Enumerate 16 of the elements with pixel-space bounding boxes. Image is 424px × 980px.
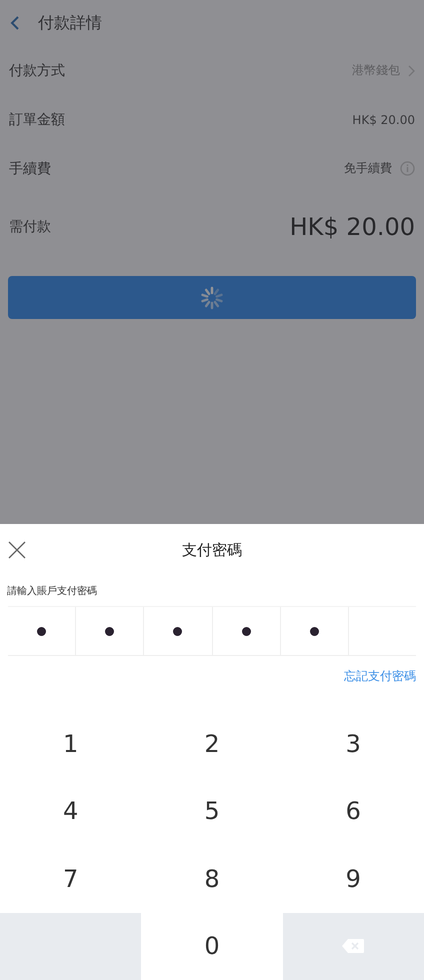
- row-value: HK$ 20.00: [352, 112, 415, 126]
- pay-button[interactable]: [8, 276, 416, 319]
- prompt-text: 請輸入賬戶支付密碼: [6, 584, 98, 599]
- close-icon[interactable]: [8, 541, 26, 559]
- back-icon[interactable]: [10, 15, 20, 31]
- sheet-title: 支付密碼: [182, 540, 242, 560]
- row-label: 訂單金額: [9, 110, 65, 128]
- pin-field[interactable]: [8, 606, 416, 656]
- info-icon[interactable]: [400, 161, 415, 176]
- row-value: HK$ 20.00: [290, 213, 415, 241]
- row-value: 免手續費: [344, 160, 392, 177]
- row-label: 付款方式: [9, 62, 65, 80]
- row-label: 需付款: [9, 218, 51, 236]
- row-label: 手續費: [9, 160, 51, 178]
- chevron-right-icon[interactable]: [408, 64, 415, 76]
- page-title: 付款詳情: [38, 12, 102, 34]
